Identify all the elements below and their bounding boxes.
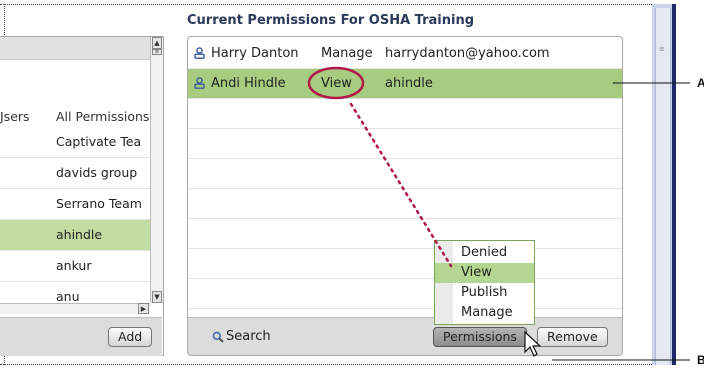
highlight-ellipse xyxy=(307,66,365,100)
callout-b: B xyxy=(697,353,704,367)
mouse-pointer-icon xyxy=(524,330,542,357)
annotation-overlay xyxy=(307,66,690,361)
callout-a: A xyxy=(697,76,704,90)
dotted-connector xyxy=(349,102,453,268)
